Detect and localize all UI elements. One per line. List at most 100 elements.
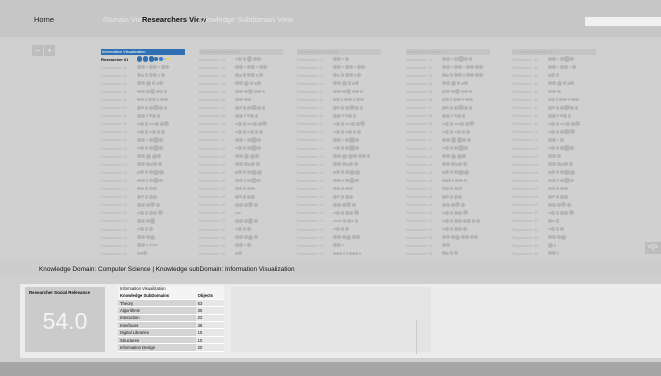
researcher-row[interactable]: Researcher 20 [512,209,596,217]
researcher-row[interactable]: Researcher 25 [297,249,381,257]
researcher-row[interactable]: Researcher 10 [199,128,283,136]
researcher-row[interactable]: Researcher 05 [406,87,490,95]
researcher-row[interactable]: Researcher 03 [406,71,490,79]
researcher-row[interactable]: Researcher 18 [512,193,596,201]
researcher-row[interactable]: Researcher 24 [101,241,185,249]
researcher-row[interactable]: Researcher 12 [199,144,283,152]
researcher-row[interactable]: Researcher 14 [297,160,381,168]
researcher-row[interactable]: Researcher 01 [101,55,185,63]
researcher-row[interactable]: Researcher 21 [297,217,381,225]
researcher-row[interactable]: Researcher 18 [297,193,381,201]
researcher-row[interactable]: Researcher 19 [512,201,596,209]
researcher-row[interactable]: Researcher 02 [101,63,185,71]
zoom-in-button[interactable]: + [44,45,55,56]
researcher-row[interactable]: Researcher 11 [406,136,490,144]
researcher-row[interactable]: Researcher 07 [406,104,490,112]
table-row[interactable]: Interaction 22 [118,314,224,323]
researcher-row[interactable]: Researcher 10 [101,128,185,136]
researcher-row[interactable]: Researcher 16 [512,176,596,184]
table-row[interactable]: Digital Libraries 15 [118,328,224,337]
researcher-row[interactable]: Researcher 20 [406,209,490,217]
researcher-row[interactable]: Researcher 08 [512,112,596,120]
nav-domain-view-link[interactable]: Domain View [103,15,147,24]
researcher-row[interactable]: Researcher 15 [297,168,381,176]
researcher-row[interactable]: Researcher 21 [406,217,490,225]
researcher-row[interactable]: Researcher 07 [512,104,596,112]
researcher-row[interactable]: Researcher 15 [406,168,490,176]
researcher-row[interactable]: Researcher 12 [297,144,381,152]
researcher-row[interactable]: Researcher 23 [101,233,185,241]
researcher-row[interactable]: Researcher 07 [101,104,185,112]
table-row[interactable]: Information Design 20 [118,343,224,352]
researcher-row[interactable]: Researcher 13 [406,152,490,160]
researcher-row[interactable]: Researcher 03 [199,71,283,79]
researcher-row[interactable]: Researcher 24 [297,241,381,249]
researcher-row[interactable]: Researcher 09 [101,120,185,128]
researcher-row[interactable]: Researcher 06 [199,95,283,103]
researcher-row[interactable]: Researcher 01 [297,55,381,63]
researcher-row[interactable]: Researcher 17 [101,185,185,193]
researcher-row[interactable]: Researcher 19 [101,201,185,209]
researcher-row[interactable]: Researcher 20 [199,209,283,217]
researcher-row[interactable]: Researcher 05 [512,87,596,95]
researcher-row[interactable]: Researcher 19 [199,201,283,209]
researcher-row[interactable]: Researcher 04 [406,79,490,87]
researcher-row[interactable]: Researcher 06 [101,95,185,103]
researcher-row[interactable]: Researcher 14 [199,160,283,168]
researcher-row[interactable]: Researcher 23 [199,233,283,241]
researcher-row[interactable]: Researcher 07 [199,104,283,112]
researcher-row[interactable]: Researcher 13 [512,152,596,160]
nav-subdomain-view-link[interactable]: Knowledge Subdomain View [198,15,293,24]
researcher-row[interactable]: Researcher 19 [297,201,381,209]
researcher-row[interactable]: Researcher 17 [199,185,283,193]
researcher-row[interactable]: Researcher 11 [512,136,596,144]
researcher-row[interactable]: Researcher 12 [101,144,185,152]
table-row[interactable]: Theory 53 [118,299,224,308]
researcher-row[interactable]: Researcher 02 [297,63,381,71]
researcher-row[interactable]: Researcher 13 [199,152,283,160]
researcher-row[interactable]: Researcher 14 [406,160,490,168]
researcher-row[interactable]: Researcher 12 [512,144,596,152]
table-row[interactable]: Structures 10 [118,336,224,345]
researcher-row[interactable]: Researcher 09 [199,120,283,128]
researcher-row[interactable]: Researcher 10 [297,128,381,136]
researcher-row[interactable]: Researcher 13 [297,152,381,160]
researcher-row[interactable]: Researcher 16 [297,176,381,184]
researcher-row[interactable]: Researcher 21 [512,217,596,225]
researcher-row[interactable]: Researcher 04 [199,79,283,87]
researcher-row[interactable]: Researcher 04 [101,79,185,87]
researcher-row[interactable]: Researcher 04 [297,79,381,87]
researcher-row[interactable]: Researcher 22 [199,225,283,233]
researcher-row[interactable]: Researcher 18 [101,193,185,201]
researcher-row[interactable]: Researcher 05 [101,87,185,95]
search-input[interactable] [585,17,661,26]
researcher-row[interactable]: Researcher 02 [199,63,283,71]
researcher-row[interactable]: Researcher 16 [199,176,283,184]
nav-home-link[interactable]: Home [34,15,54,24]
researcher-row[interactable]: Researcher 14 [512,160,596,168]
researcher-row[interactable]: Researcher 02 [406,63,490,71]
researcher-row[interactable]: Researcher 08 [297,112,381,120]
researcher-row[interactable]: Researcher 13 [101,152,185,160]
researcher-row[interactable]: Researcher 06 [297,95,381,103]
researcher-row[interactable]: Researcher 22 [406,225,490,233]
researcher-row[interactable]: Researcher 18 [199,193,283,201]
researcher-row[interactable]: Researcher 16 [101,176,185,184]
table-row[interactable]: Algorithms 35 [118,306,224,315]
researcher-row[interactable]: Researcher 20 [297,209,381,217]
researcher-row[interactable]: Researcher 15 [101,168,185,176]
researcher-row[interactable]: Researcher 18 [406,193,490,201]
researcher-row[interactable]: Researcher 07 [297,104,381,112]
researcher-row[interactable]: Researcher 16 [406,176,490,184]
researcher-row[interactable]: Researcher 03 [101,71,185,79]
researcher-row[interactable]: Researcher 11 [297,136,381,144]
researcher-row[interactable]: Researcher 08 [199,112,283,120]
researcher-row[interactable]: Researcher 09 [406,120,490,128]
researcher-row[interactable]: Researcher 21 [101,217,185,225]
scroll-arrows-button[interactable]: <|> [645,242,661,254]
researcher-row[interactable]: Researcher 23 [406,233,490,241]
researcher-row[interactable]: Researcher 24 [199,241,283,249]
researcher-row[interactable]: Researcher 01 [199,55,283,63]
researcher-row[interactable]: Researcher 14 [101,160,185,168]
researcher-row[interactable]: Researcher 03 [512,71,596,79]
